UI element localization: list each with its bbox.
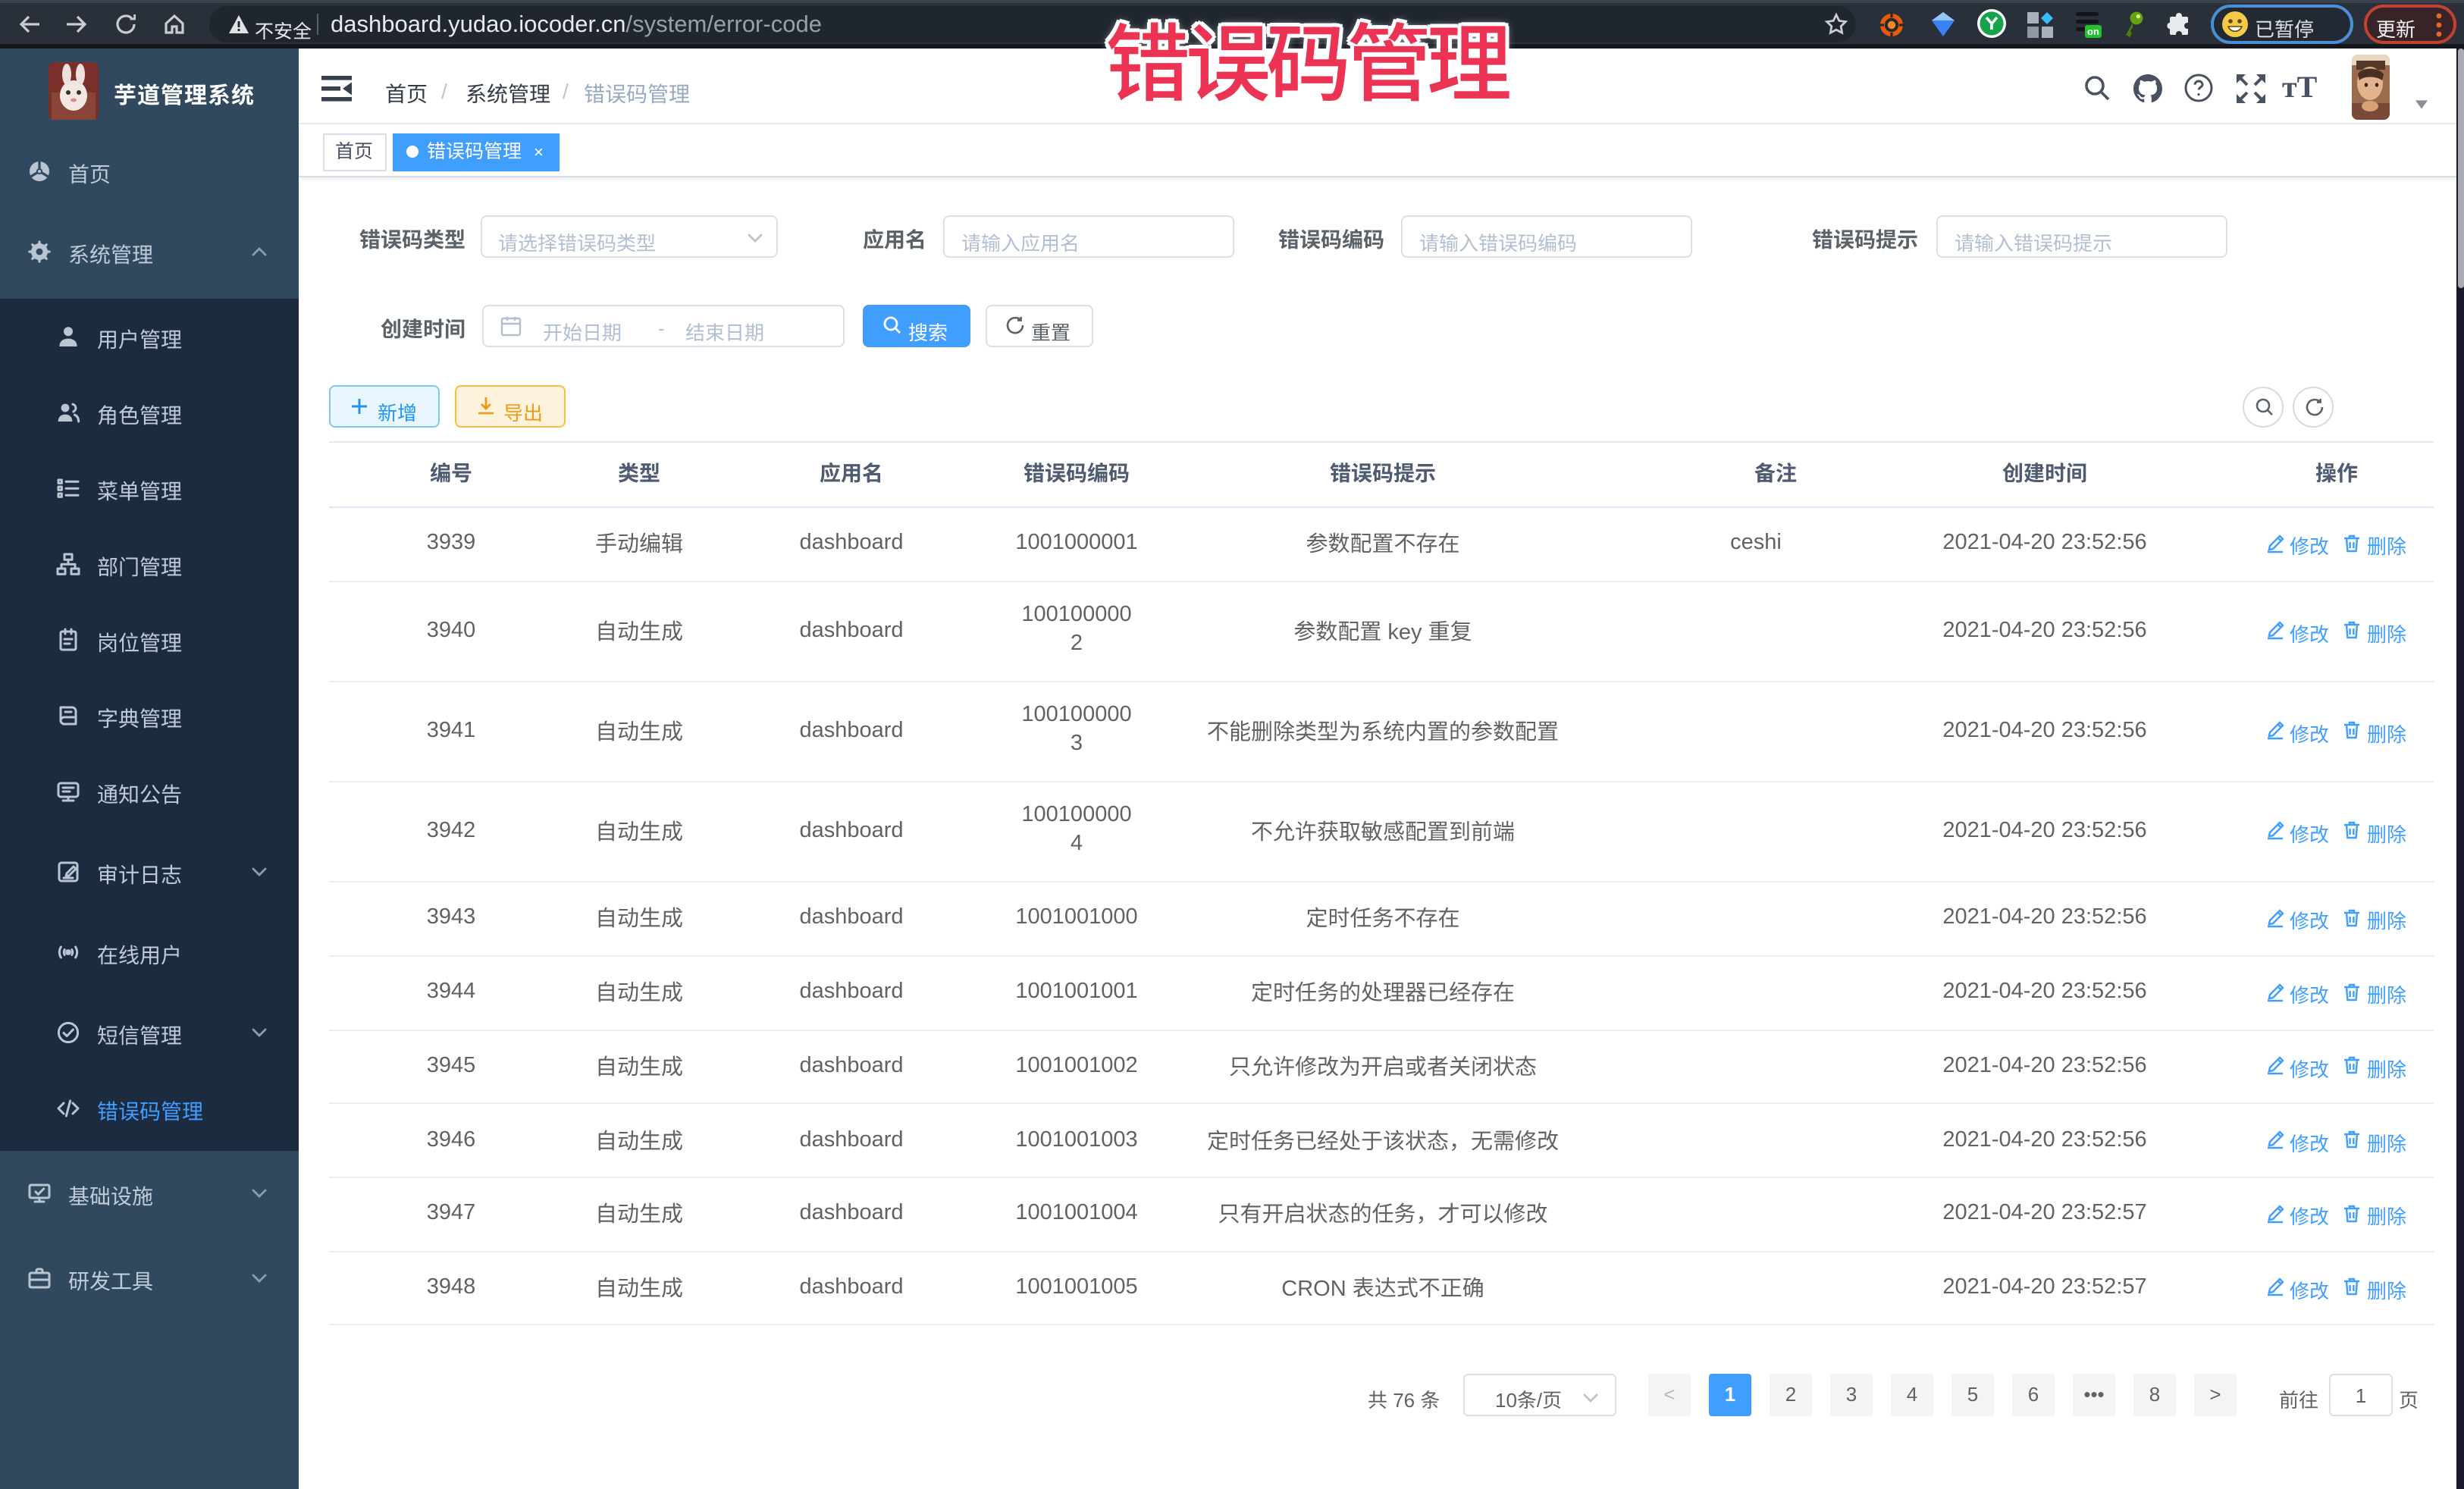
svg-text:on: on bbox=[2087, 26, 2099, 37]
